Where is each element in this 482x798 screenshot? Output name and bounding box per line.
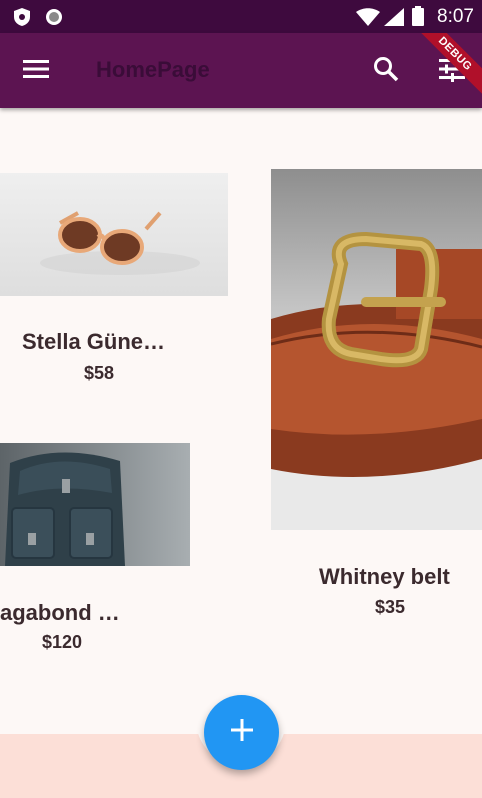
app-bar: HomePage DEBUG — [0, 33, 482, 108]
shield-icon — [12, 7, 32, 32]
menu-icon — [23, 59, 49, 84]
product-name: agabond … — [0, 600, 120, 625]
product-price: $58 — [84, 363, 115, 383]
product-price: $35 — [375, 597, 406, 617]
search-icon — [373, 56, 399, 87]
product-name: Stella Güne… — [22, 329, 166, 354]
product-image-backpack — [0, 443, 190, 566]
status-time: 8:07 — [437, 6, 474, 27]
battery-icon — [412, 6, 424, 31]
product-image-sunglasses — [0, 173, 228, 296]
add-button[interactable] — [204, 695, 279, 770]
product-price: $120 — [42, 632, 83, 652]
wifi-icon — [356, 8, 380, 31]
product-card[interactable]: Stella Güne… $58 — [0, 173, 240, 393]
product-card[interactable]: agabond … $120 — [0, 443, 200, 663]
status-bar: 8:07 — [0, 0, 482, 33]
add-icon — [230, 719, 253, 746]
signal-icon — [384, 8, 404, 31]
product-name: Whitney belt — [319, 564, 450, 589]
product-image-belt — [271, 169, 482, 530]
search-button[interactable] — [366, 51, 406, 91]
product-card[interactable]: Whitney belt $35 — [271, 169, 482, 619]
page-title: HomePage — [96, 57, 210, 82]
menu-button[interactable] — [16, 51, 56, 91]
circle-icon — [44, 7, 64, 32]
